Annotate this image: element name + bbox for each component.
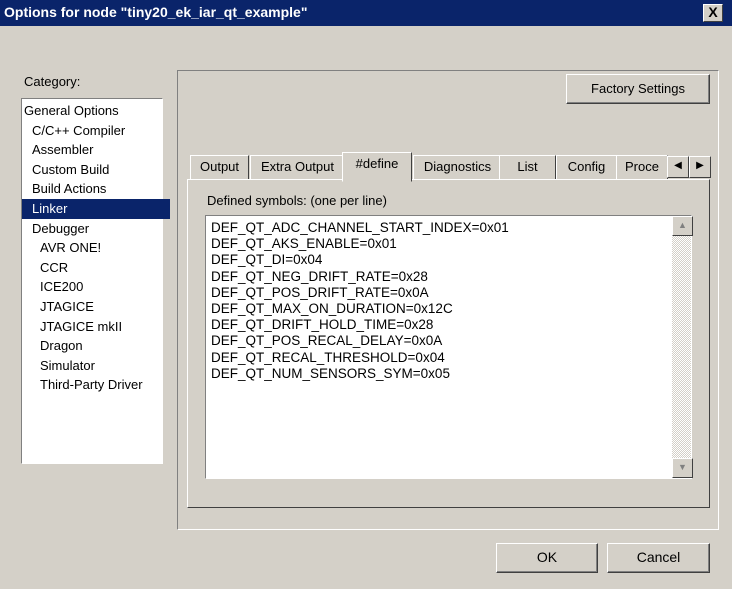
category-item[interactable]: Custom Build [22, 160, 170, 180]
cancel-button[interactable]: Cancel [607, 543, 710, 573]
category-item[interactable]: JTAGICE [22, 297, 178, 317]
factory-settings-button[interactable]: Factory Settings [566, 74, 710, 104]
defined-symbols-label: Defined symbols: (one per line) [207, 193, 387, 208]
category-item[interactable]: ICE200 [22, 277, 178, 297]
tab-proce[interactable]: Proce [616, 155, 668, 180]
tab-extra-output[interactable]: Extra Output [250, 155, 345, 180]
category-list[interactable]: General Options C/C++ Compiler Assembler Cu… [21, 98, 170, 464]
vertical-scrollbar[interactable]: ▲ ▼ [672, 216, 693, 478]
tab-define[interactable]: #define [342, 152, 412, 182]
category-label: Category: [24, 74, 81, 89]
tab-list[interactable]: List [499, 155, 556, 180]
category-item[interactable]: Simulator [22, 356, 178, 376]
scroll-down-button[interactable]: ▼ [672, 458, 693, 478]
category-item[interactable]: Debugger [22, 219, 170, 239]
arrow-left-icon: ◀ [674, 160, 682, 171]
arrow-right-icon: ▶ [696, 160, 704, 171]
tab-scroll-right-button[interactable]: ▶ [689, 156, 711, 178]
category-item[interactable]: Linker [22, 199, 170, 219]
tab-output[interactable]: Output [190, 155, 249, 180]
category-item[interactable]: Assembler [22, 140, 170, 160]
title-bar[interactable]: Options for node "tiny20_ek_iar_qt_examp… [0, 0, 732, 26]
ok-button[interactable]: OK [496, 543, 598, 573]
close-icon: X [708, 4, 718, 20]
category-item[interactable]: Build Actions [22, 179, 170, 199]
arrow-down-icon: ▼ [678, 462, 687, 472]
category-item[interactable]: Third-Party Driver [22, 375, 178, 395]
category-item[interactable]: JTAGICE mkII [22, 317, 178, 337]
category-item[interactable]: General Options [22, 101, 162, 121]
tab-scroll-left-button[interactable]: ◀ [667, 156, 689, 178]
category-item[interactable]: CCR [22, 258, 178, 278]
defined-symbols-text[interactable]: DEF_QT_ADC_CHANNEL_START_INDEX=0x01 DEF_… [211, 220, 666, 382]
arrow-up-icon: ▲ [678, 220, 687, 230]
scroll-up-button[interactable]: ▲ [672, 216, 693, 236]
category-item[interactable]: Dragon [22, 336, 178, 356]
category-item[interactable]: AVR ONE! [22, 238, 178, 258]
defined-symbols-textarea[interactable]: DEF_QT_ADC_CHANNEL_START_INDEX=0x01 DEF_… [205, 215, 693, 479]
category-item[interactable]: C/C++ Compiler [22, 121, 170, 141]
tab-diagnostics[interactable]: Diagnostics [413, 155, 502, 180]
window-title: Options for node "tiny20_ek_iar_qt_examp… [4, 4, 308, 20]
close-button[interactable]: X [703, 4, 723, 22]
tab-config[interactable]: Config [556, 155, 617, 180]
